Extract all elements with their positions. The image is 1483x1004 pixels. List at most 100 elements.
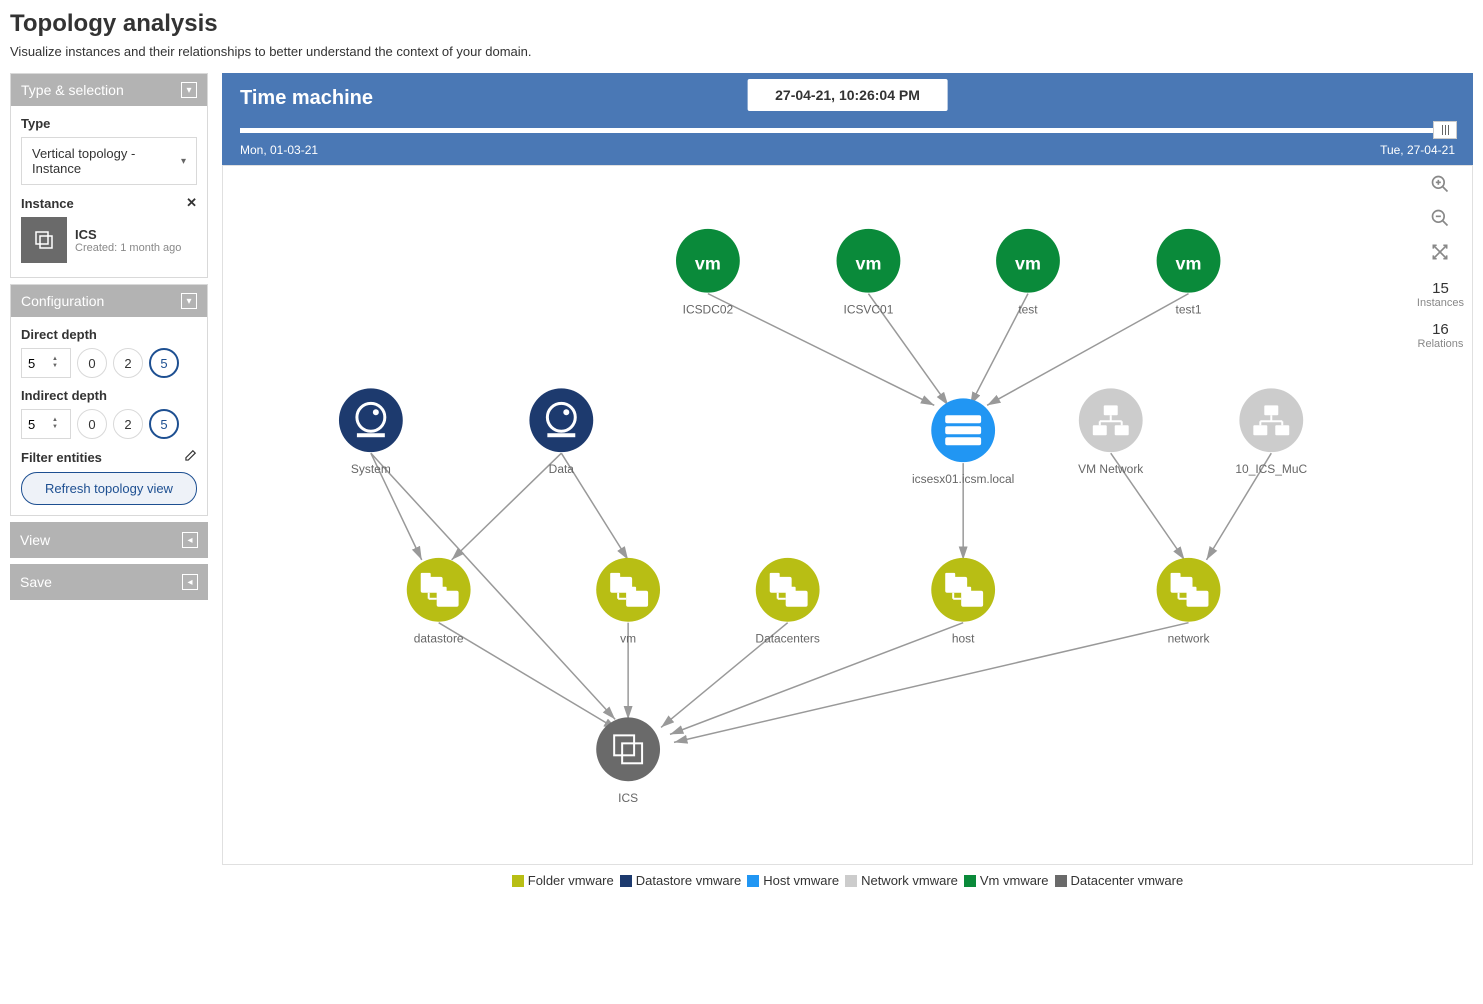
up-icon[interactable]: ▲ <box>52 417 58 424</box>
instance-card[interactable]: ICS Created: 1 month ago <box>21 217 197 263</box>
node-test1[interactable]: vm test1 <box>1157 229 1221 317</box>
page-title: Topology analysis <box>10 10 1473 38</box>
time-machine-slider[interactable] <box>240 128 1455 133</box>
indirect-depth-5-button[interactable]: 5 <box>149 409 179 439</box>
node-data[interactable]: Data <box>529 388 593 476</box>
direct-depth-5-button[interactable]: 5 <box>149 348 179 378</box>
configuration-title: Configuration <box>21 293 104 309</box>
node-system[interactable]: System <box>339 388 403 476</box>
direct-depth-2-button[interactable]: 2 <box>113 348 143 378</box>
caret-down-icon: ▾ <box>181 156 186 167</box>
zoom-in-icon[interactable] <box>1430 174 1450 200</box>
legend-item: Folder vmware <box>512 873 614 888</box>
svg-text:ICSVC01: ICSVC01 <box>844 303 894 317</box>
configuration-header[interactable]: Configuration ▾ <box>11 285 207 317</box>
legend-swatch <box>845 875 857 887</box>
indirect-depth-2-button[interactable]: 2 <box>113 409 143 439</box>
node-icsesx01[interactable]: icsesx01.icsm.local <box>912 398 1014 486</box>
node-vmnetwork[interactable]: VM Network <box>1078 388 1143 476</box>
page-subtitle: Visualize instances and their relationsh… <box>10 44 1473 59</box>
svg-text:ICS: ICS <box>618 791 638 805</box>
fit-icon[interactable] <box>1430 242 1450 268</box>
node-datastore[interactable]: datastore <box>407 558 471 646</box>
down-icon[interactable]: ▼ <box>52 363 58 370</box>
node-ics[interactable]: ICS <box>596 717 660 805</box>
time-end-label: Tue, 27-04-21 <box>1380 143 1455 157</box>
down-icon[interactable]: ▼ <box>52 424 58 431</box>
type-select[interactable]: Vertical topology - Instance ▾ <box>21 137 197 185</box>
node-vm-folder[interactable]: vm <box>596 558 660 646</box>
node-icsvc01[interactable]: vm ICSVC01 <box>837 229 901 317</box>
instance-name: ICS <box>75 227 197 242</box>
node-host-folder[interactable]: host <box>931 558 995 646</box>
canvas-controls: 15 Instances 16 Relations <box>1417 174 1464 350</box>
topology-canvas[interactable]: 15 Instances 16 Relations <box>222 165 1473 865</box>
indirect-depth-0-button[interactable]: 0 <box>77 409 107 439</box>
node-icsmuc[interactable]: 10_ICS_MuC <box>1235 388 1307 476</box>
legend-label: Network vmware <box>861 873 958 888</box>
view-title: View <box>20 532 50 548</box>
legend-label: Host vmware <box>763 873 839 888</box>
legend-item: Vm vmware <box>964 873 1049 888</box>
sidebar: Type & selection ▾ Type Vertical topolog… <box>10 73 208 898</box>
refresh-topology-button[interactable]: Refresh topology view <box>21 472 197 505</box>
save-panel-header[interactable]: Save ◂ <box>10 564 208 600</box>
node-icsdc02[interactable]: vm ICSDC02 <box>676 229 740 317</box>
svg-text:network: network <box>1168 632 1210 646</box>
type-label: Type <box>21 116 197 131</box>
chevron-down-icon: ▾ <box>181 293 197 309</box>
svg-text:vm: vm <box>695 254 721 274</box>
instances-label: Instances <box>1417 297 1464 309</box>
direct-depth-0-button[interactable]: 0 <box>77 348 107 378</box>
svg-text:test: test <box>1018 303 1038 317</box>
direct-depth-field[interactable] <box>28 356 52 371</box>
svg-text:System: System <box>351 462 391 476</box>
direct-depth-input[interactable]: ▲▼ <box>21 348 71 378</box>
svg-text:icsesx01.icsm.local: icsesx01.icsm.local <box>912 472 1014 486</box>
type-selection-header[interactable]: Type & selection ▾ <box>11 74 207 106</box>
svg-text:Datacenters: Datacenters <box>755 632 819 646</box>
close-icon[interactable]: ✕ <box>186 195 197 211</box>
svg-text:vm: vm <box>1015 254 1041 274</box>
legend-swatch <box>512 875 524 887</box>
legend-swatch <box>964 875 976 887</box>
svg-text:VM Network: VM Network <box>1078 462 1143 476</box>
main-area: Time machine 27-04-21, 10:26:04 PM Mon, … <box>222 73 1473 898</box>
indirect-depth-field[interactable] <box>28 417 52 432</box>
svg-text:10_ICS_MuC: 10_ICS_MuC <box>1235 462 1307 476</box>
indirect-depth-label: Indirect depth <box>21 388 197 403</box>
chevron-left-icon: ◂ <box>182 574 198 590</box>
type-selection-panel: Type & selection ▾ Type Vertical topolog… <box>10 73 208 278</box>
time-machine-current[interactable]: 27-04-21, 10:26:04 PM <box>747 79 948 111</box>
node-test[interactable]: vm test <box>996 229 1060 317</box>
relations-label: Relations <box>1418 338 1464 350</box>
filter-entities-label: Filter entities <box>21 449 197 466</box>
zoom-out-icon[interactable] <box>1430 208 1450 234</box>
legend-label: Datacenter vmware <box>1071 873 1184 888</box>
node-network-folder[interactable]: network <box>1157 558 1221 646</box>
configuration-panel: Configuration ▾ Direct depth ▲▼ 0 2 5 I <box>10 284 208 516</box>
chevron-down-icon: ▾ <box>181 82 197 98</box>
time-machine-panel: Time machine 27-04-21, 10:26:04 PM Mon, … <box>222 73 1473 165</box>
svg-text:host: host <box>952 632 975 646</box>
legend-label: Datastore vmware <box>636 873 741 888</box>
slider-handle[interactable] <box>1433 121 1457 139</box>
edit-icon[interactable] <box>183 449 197 466</box>
legend-swatch <box>1055 875 1067 887</box>
view-panel-header[interactable]: View ◂ <box>10 522 208 558</box>
direct-depth-label: Direct depth <box>21 327 197 342</box>
node-datacenters[interactable]: Datacenters <box>755 558 819 646</box>
indirect-depth-input[interactable]: ▲▼ <box>21 409 71 439</box>
svg-text:test1: test1 <box>1176 303 1202 317</box>
svg-text:vm: vm <box>855 254 881 274</box>
instance-meta: Created: 1 month ago <box>75 242 197 254</box>
save-title: Save <box>20 574 52 590</box>
svg-text:datastore: datastore <box>414 632 464 646</box>
legend-item: Host vmware <box>747 873 839 888</box>
time-start-label: Mon, 01-03-21 <box>240 143 318 157</box>
up-icon[interactable]: ▲ <box>52 356 58 363</box>
legend-swatch <box>620 875 632 887</box>
instances-count: 15 <box>1417 280 1464 297</box>
instance-icon <box>21 217 67 263</box>
topology-svg[interactable]: vm ICSDC02 vm ICSVC01 vm test <box>223 166 1472 864</box>
